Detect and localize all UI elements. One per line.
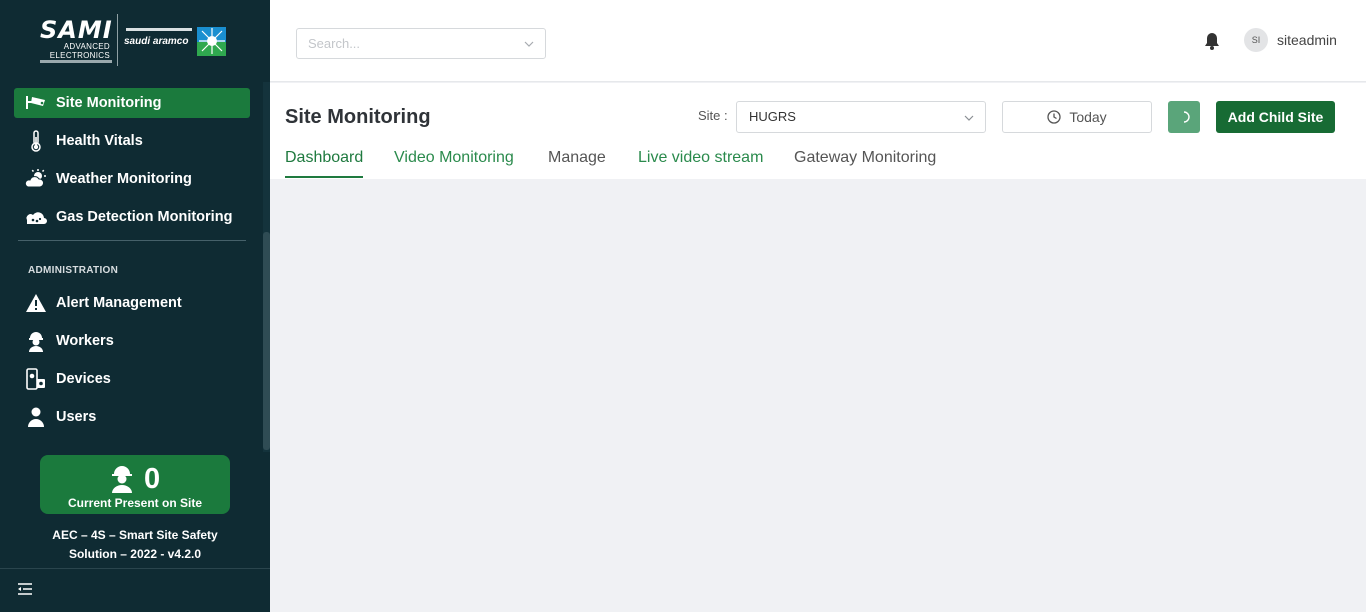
sidebar-scrollbar[interactable] [263,82,270,452]
gas-cloud-icon [24,205,48,229]
sidebar-item-label: Alert Management [56,295,182,311]
version-line-2: Solution – 2022 - v4.2.0 [68,547,202,561]
page-title: Site Monitoring [285,106,431,128]
sidebar-item-label: Workers [56,333,114,349]
sidebar-divider [18,240,246,241]
page-header: Site Monitoring Site : HUGRS Today Add C… [270,83,1366,179]
tab-video-monitoring[interactable]: Video Monitoring [394,149,514,178]
date-range-button[interactable]: Today [1002,101,1152,133]
collapse-menu-icon[interactable] [16,580,34,598]
sidebar-item-label: Gas Detection Monitoring [56,209,233,225]
user-icon [24,405,48,429]
thermometer-icon [24,129,48,153]
brand-logos: SAMI ADVANCED ELECTRONICS saudi aramco [0,0,270,82]
search-placeholder: Search... [308,36,361,51]
site-select-value: HUGRS [749,109,796,124]
warning-icon [24,291,48,315]
sidebar-item-users[interactable]: Users [14,402,250,432]
present-count: 0 [144,463,161,495]
add-child-site-button[interactable]: Add Child Site [1216,101,1335,133]
cctv-camera-icon [24,91,48,115]
bell-icon[interactable] [1202,31,1222,51]
tab-gateway-monitoring[interactable]: Gateway Monitoring [794,149,936,178]
date-range-label: Today [1069,109,1107,125]
sidebar-item-label: Users [56,409,97,425]
avatar[interactable]: SI [1244,28,1268,52]
loading-spinner-icon [1183,111,1190,123]
tab-live-video-stream[interactable]: Live video stream [638,149,763,178]
sidebar-item-workers[interactable]: Workers [14,326,250,356]
current-present-card: 0 Current Present on Site [40,455,230,514]
clock-icon [1047,110,1061,124]
sami-subtitle-2: ELECTRONICS [49,51,110,60]
sidebar-item-health-vitals[interactable]: Health Vitals [14,126,250,156]
section-label-administration: ADMINISTRATION [28,265,119,276]
sun-cloud-icon [24,167,48,191]
username[interactable]: siteadmin [1277,32,1337,48]
sami-wordmark: SAMI [40,16,113,44]
site-select[interactable]: HUGRS [736,101,986,133]
sidebar: SAMI ADVANCED ELECTRONICS saudi aramco S… [0,0,270,612]
sami-logo: SAMI ADVANCED ELECTRONICS [40,14,114,66]
refresh-button[interactable] [1168,101,1200,133]
sidebar-item-site-monitoring[interactable]: Site Monitoring [14,88,250,118]
present-label: Current Present on Site [67,496,203,510]
tab-dashboard[interactable]: Dashboard [285,149,364,178]
sidebar-item-gas-detection[interactable]: Gas Detection Monitoring [14,202,250,232]
chevron-down-icon [964,115,974,121]
worker-helmet-icon [24,329,48,353]
add-child-site-label: Add Child Site [1227,109,1324,125]
sidebar-item-alert-management[interactable]: Alert Management [14,288,250,318]
chevron-down-icon [524,41,534,47]
sidebar-item-weather-monitoring[interactable]: Weather Monitoring [14,164,250,194]
sidebar-item-label: Health Vitals [56,133,143,149]
search-input[interactable]: Search... [296,28,546,59]
sidebar-item-devices[interactable]: Devices [14,364,250,394]
devices-icon [24,367,48,391]
sidebar-scroll-thumb[interactable] [263,232,270,450]
sidebar-item-label: Site Monitoring [56,95,162,111]
aramco-logo-icon [197,27,226,56]
aramco-arabic-text-mark [126,28,192,31]
top-header: Search... SI siteadmin [270,0,1366,82]
sidebar-footer [0,568,270,612]
version-line-1: AEC – 4S – Smart Site Safety [52,528,218,542]
worker-helmet-icon [112,466,132,493]
sami-subtitle-1: ADVANCED [63,42,110,51]
sidebar-item-label: Weather Monitoring [56,171,192,187]
dashboard-content-area [270,179,1366,612]
avatar-initials: SI [1251,35,1261,45]
sami-arabic-text-mark [40,60,112,63]
app-version: AEC – 4S – Smart Site Safety Solution – … [20,526,250,564]
site-label: Site : [698,108,728,123]
aramco-wordmark: saudi aramco [124,36,189,47]
sidebar-item-label: Devices [56,371,111,387]
tab-manage[interactable]: Manage [548,149,606,178]
brand-divider [117,14,118,66]
